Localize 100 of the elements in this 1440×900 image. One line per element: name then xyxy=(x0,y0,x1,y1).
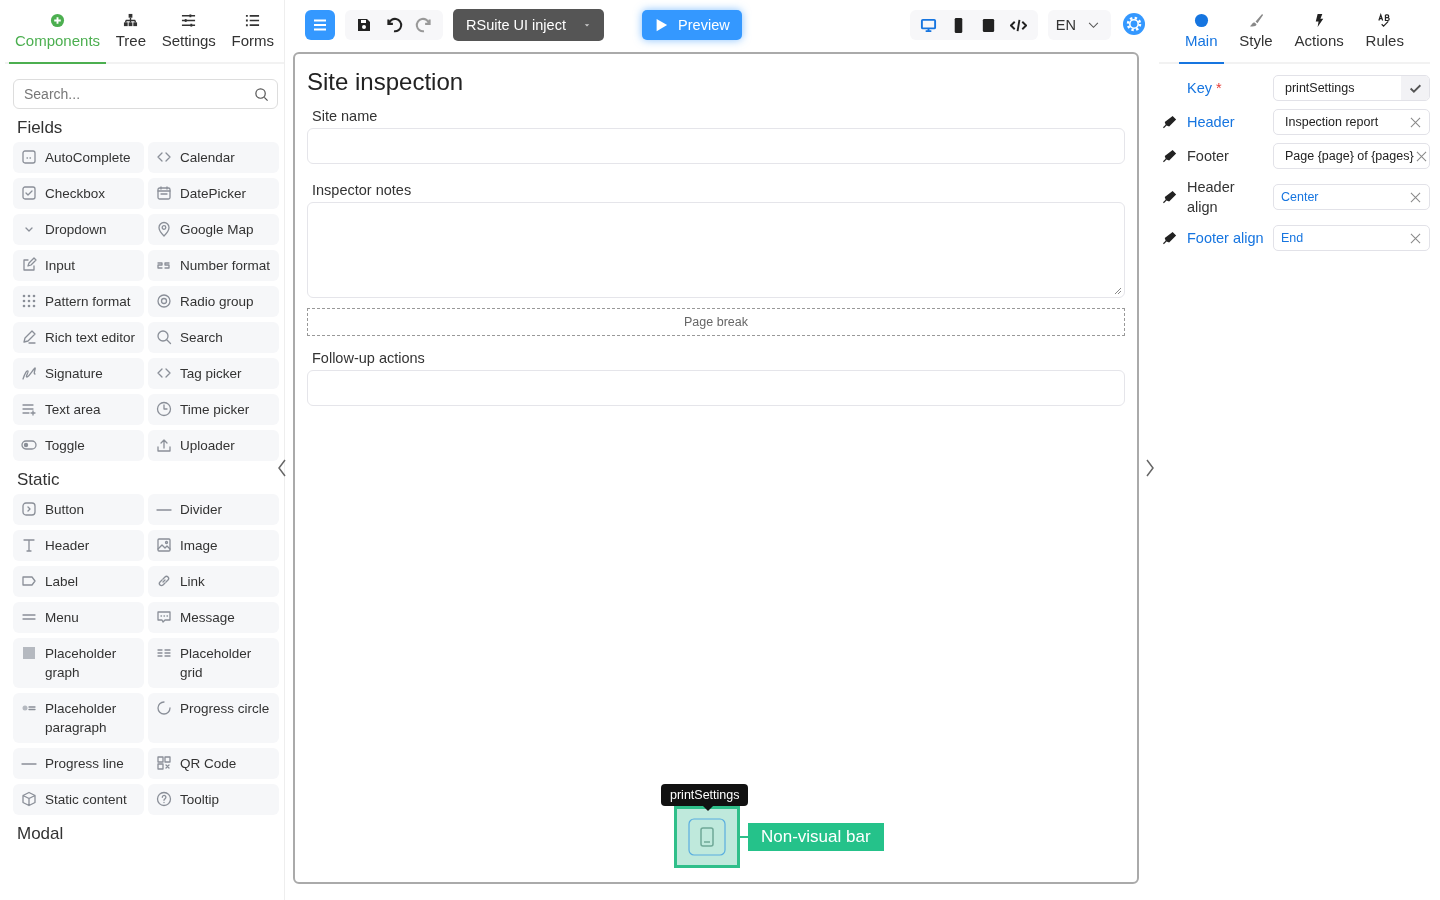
theme-dropdown[interactable]: RSuite UI inject xyxy=(453,9,604,41)
monitor-icon xyxy=(920,16,938,34)
bar-label: Non-visual bar xyxy=(748,823,884,851)
pen-icon[interactable] xyxy=(1163,190,1177,204)
component-item[interactable]: AutoComplete xyxy=(13,142,144,173)
settings-icon xyxy=(1122,12,1146,36)
component-item[interactable]: Label xyxy=(13,566,144,597)
field-label: Site name xyxy=(312,108,379,124)
component-item[interactable]: Tag picker xyxy=(148,358,279,389)
panel-tab[interactable]: Style xyxy=(1233,0,1279,64)
question-icon xyxy=(156,791,172,807)
component-item[interactable]: Number format xyxy=(148,250,279,281)
field-label: Follow-up actions xyxy=(312,350,426,366)
input-box-icon xyxy=(21,149,37,165)
clock-icon xyxy=(156,401,172,417)
pen-icon[interactable] xyxy=(1163,231,1177,245)
language-dropdown[interactable]: EN xyxy=(1047,10,1111,40)
play-icon xyxy=(654,18,669,32)
image-icon xyxy=(156,537,172,553)
component-item[interactable]: Button xyxy=(13,494,144,525)
component-item[interactable]: Calendar xyxy=(148,142,279,173)
chevron-right-icon[interactable] xyxy=(1145,458,1155,478)
component-item[interactable]: Pattern format xyxy=(13,286,144,317)
resize-grip-icon xyxy=(1114,287,1122,295)
menu-icon xyxy=(312,17,328,33)
component-item[interactable]: Link xyxy=(148,566,279,597)
confirm-button[interactable] xyxy=(1401,76,1429,100)
panel-tab[interactable]: Rules xyxy=(1359,0,1410,64)
component-item[interactable]: Progress line xyxy=(13,748,144,779)
component-item[interactable]: Placeholder graph xyxy=(13,638,144,688)
text-field[interactable]: Page {page} of {pages} xyxy=(1273,143,1430,169)
close-icon[interactable] xyxy=(1410,116,1421,128)
dot-grid-icon xyxy=(21,293,37,309)
component-item[interactable]: QR Code xyxy=(148,748,279,779)
component-item[interactable]: Image xyxy=(148,530,279,561)
component-item[interactable]: Text area xyxy=(13,394,144,425)
panel-tab[interactable]: Forms xyxy=(225,0,280,64)
form-title: Site inspection xyxy=(307,68,465,96)
required-mark: * xyxy=(1216,80,1222,96)
section-title: Fields xyxy=(17,118,64,138)
menu-button[interactable] xyxy=(305,10,335,40)
chevron-down-icon xyxy=(1088,21,1099,29)
upload-icon xyxy=(156,437,172,453)
close-icon[interactable] xyxy=(1410,232,1421,244)
panel-tab[interactable]: Main xyxy=(1179,0,1224,64)
label-tag-icon xyxy=(21,573,37,589)
dash-icon xyxy=(21,762,37,766)
component-item[interactable]: Radio group xyxy=(148,286,279,317)
square-icon xyxy=(21,645,37,661)
component-item[interactable]: Time picker xyxy=(148,394,279,425)
hierarchy-icon xyxy=(123,13,139,28)
text-field[interactable]: Inspection report xyxy=(1273,109,1430,135)
toggle-icon xyxy=(21,437,37,453)
component-item[interactable]: Placeholder grid xyxy=(148,638,279,688)
component-item[interactable]: Static content xyxy=(13,784,144,815)
component-item[interactable]: Tooltip xyxy=(148,784,279,815)
chevron-left-icon[interactable] xyxy=(277,458,287,478)
component-item[interactable]: Header xyxy=(13,530,144,561)
search-field[interactable]: Search... xyxy=(13,79,278,109)
component-item[interactable]: Toggle xyxy=(13,430,144,461)
select-field[interactable]: End xyxy=(1273,225,1430,251)
close-icon[interactable] xyxy=(1410,191,1421,203)
circle-arc-icon xyxy=(156,700,172,716)
component-item[interactable]: Message xyxy=(148,602,279,633)
field-label: Inspector notes xyxy=(312,182,413,198)
text-input[interactable] xyxy=(307,128,1125,164)
pen-icon[interactable] xyxy=(1163,115,1177,129)
calendar-icon xyxy=(156,185,172,201)
component-item[interactable]: Rich text editor xyxy=(13,322,144,353)
component-item[interactable]: Input xyxy=(13,250,144,281)
component-item[interactable]: Search xyxy=(148,322,279,353)
property-label: Footer xyxy=(1187,148,1229,164)
component-item[interactable]: Google Map xyxy=(148,214,279,245)
redo-icon xyxy=(415,16,433,34)
pen-icon[interactable] xyxy=(1163,149,1177,163)
component-item[interactable]: Menu xyxy=(13,602,144,633)
component-item[interactable]: Progress circle xyxy=(148,693,279,743)
close-icon[interactable] xyxy=(1415,150,1427,162)
search-icon xyxy=(156,329,172,345)
select-field[interactable]: Center xyxy=(1273,184,1430,210)
component-item[interactable]: Placeholder paragraph xyxy=(13,693,144,743)
cube-icon xyxy=(21,791,37,807)
dash-icon xyxy=(156,508,172,512)
component-item[interactable]: DatePicker xyxy=(148,178,279,209)
panel-tab[interactable]: Tree xyxy=(109,0,152,64)
component-item[interactable]: Dropdown xyxy=(13,214,144,245)
lines-plus-icon xyxy=(21,401,37,417)
panel-tab[interactable]: Actions xyxy=(1288,0,1350,64)
text-input[interactable] xyxy=(307,370,1125,406)
component-item[interactable]: Checkbox xyxy=(13,178,144,209)
component-item[interactable]: Uploader xyxy=(148,430,279,461)
key-field[interactable]: printSettings xyxy=(1273,75,1430,101)
component-item[interactable]: Signature xyxy=(13,358,144,389)
caret-icon xyxy=(583,22,590,28)
list-icon xyxy=(245,13,261,28)
tablet-icon xyxy=(688,818,726,856)
settings-button[interactable] xyxy=(1121,12,1147,38)
panel-tab[interactable]: Settings xyxy=(155,0,222,64)
component-item[interactable]: Divider xyxy=(148,494,279,525)
signature-icon xyxy=(21,365,37,381)
